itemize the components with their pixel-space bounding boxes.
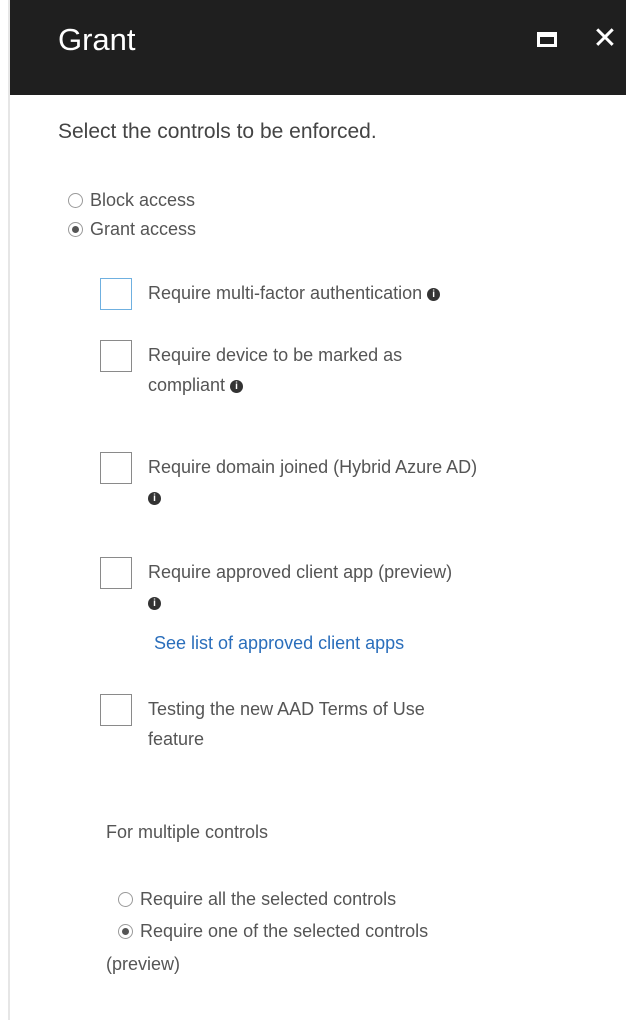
approved-apps-link[interactable]: See list of approved client apps: [154, 633, 404, 654]
control-mfa[interactable]: Require multi-factor authentication i: [100, 278, 588, 310]
compliant-device-checkbox[interactable]: [100, 340, 132, 372]
info-icon[interactable]: i: [148, 491, 161, 505]
mfa-checkbox[interactable]: [100, 278, 132, 310]
require-one-radio[interactable]: [118, 924, 133, 939]
control-terms-of-use[interactable]: Testing the new AAD Terms of Use feature: [100, 694, 588, 754]
approved-app-checkbox[interactable]: [100, 557, 132, 589]
mfa-label: Require multi-factor authentication i: [148, 278, 588, 308]
maximize-button[interactable]: [530, 22, 564, 56]
info-icon[interactable]: i: [148, 596, 161, 610]
require-all-option[interactable]: Require all the selected controls: [118, 889, 396, 910]
require-one-option[interactable]: Require one of the selected controls: [118, 921, 428, 942]
approved-app-label: Require approved client app (preview) i: [148, 562, 453, 610]
close-icon: ✕: [592, 22, 618, 55]
require-all-label: Require all the selected controls: [140, 889, 397, 909]
domain-joined-label: Require domain joined (Hybrid Azure AD) …: [148, 457, 478, 505]
domain-joined-checkbox[interactable]: [100, 452, 132, 484]
close-button[interactable]: ✕: [588, 22, 622, 56]
grant-access-option[interactable]: Grant access: [68, 219, 196, 240]
control-domain-joined[interactable]: Require domain joined (Hybrid Azure AD) …: [100, 452, 588, 512]
grant-access-label: Grant access: [90, 219, 197, 239]
panel-title: Grant: [58, 22, 136, 57]
require-one-suffix: (preview): [106, 954, 181, 974]
block-access-radio[interactable]: [68, 193, 83, 208]
control-compliant-device[interactable]: Require device to be marked as compliant…: [100, 340, 588, 400]
multiple-controls-label: For multiple controls: [106, 822, 269, 842]
grant-panel: Grant ✕ Select the controls to be enforc…: [8, 0, 626, 1020]
control-approved-app[interactable]: Require approved client app (preview) i: [100, 557, 588, 617]
block-access-label: Block access: [90, 190, 196, 210]
info-icon[interactable]: i: [427, 287, 441, 301]
block-access-option[interactable]: Block access: [68, 190, 195, 211]
compliant-device-label: Require device to be marked as compliant…: [148, 345, 403, 395]
require-all-radio[interactable]: [118, 892, 133, 907]
grant-access-radio[interactable]: [68, 222, 83, 237]
maximize-icon: [537, 31, 557, 47]
panel-header: Grant ✕: [10, 0, 626, 95]
instruction-text: Select the controls to be enforced.: [58, 120, 377, 143]
terms-of-use-checkbox[interactable]: [100, 694, 132, 726]
require-one-label: Require one of the selected controls: [140, 921, 429, 941]
info-icon[interactable]: i: [230, 379, 244, 393]
terms-of-use-label: Testing the new AAD Terms of Use feature: [148, 699, 425, 749]
